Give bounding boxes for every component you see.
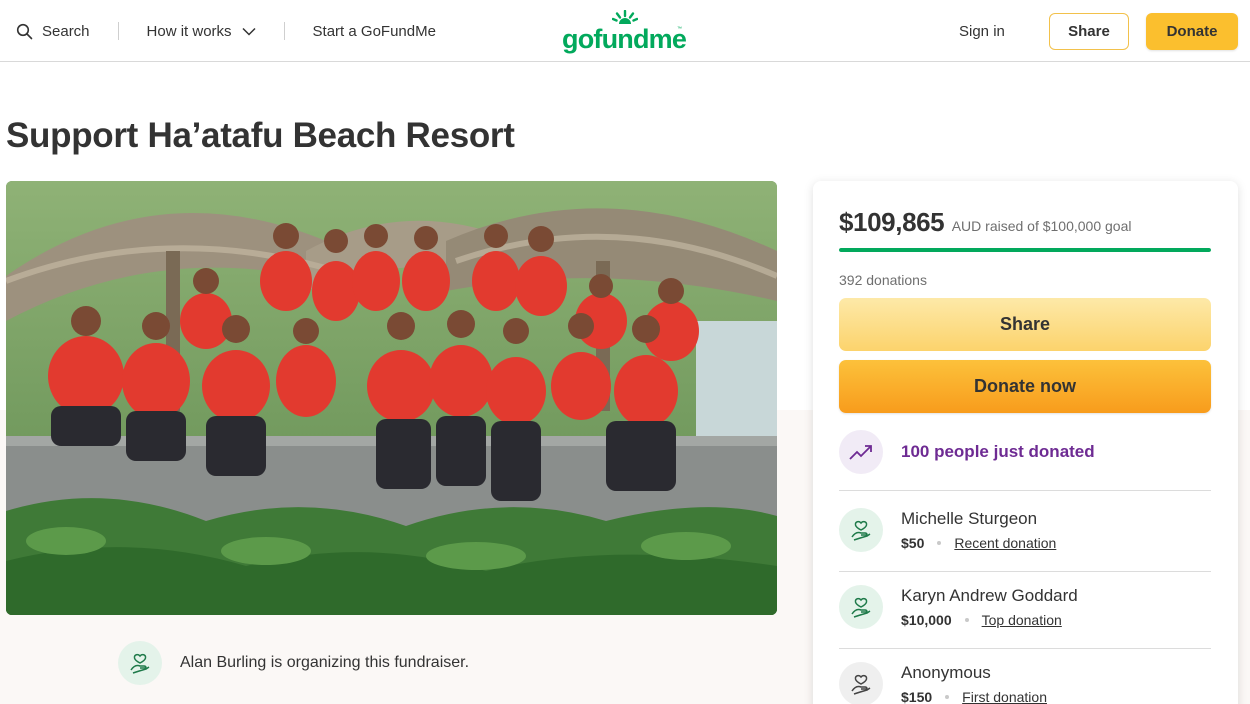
logo-trademark: ™ (677, 26, 682, 32)
organizer-row: Alan Burling is organizing this fundrais… (118, 641, 469, 685)
start-gofundme-label: Start a GoFundMe (312, 22, 436, 40)
donor-name: Karyn Andrew Goddard (901, 586, 1078, 605)
how-it-works-label: How it works (146, 22, 232, 40)
divider (839, 571, 1211, 572)
separator-dot (945, 695, 950, 699)
separator-dot (937, 541, 942, 545)
heart-hand-icon (839, 662, 883, 704)
organizer-text: Alan Burling is organizing this fundrais… (180, 654, 470, 671)
share-button[interactable]: Share (839, 298, 1211, 351)
trending-up-icon (839, 430, 883, 474)
separator-dot (964, 618, 969, 622)
trending-text: 100 people just donated (901, 442, 1095, 461)
progress-fill (839, 248, 1211, 252)
donation-sidebar: $109,865 AUD raised of $100,000 goal 392… (813, 181, 1238, 704)
donor-amount: $10,000 (901, 612, 952, 628)
donor-name: Anonymous (901, 663, 991, 682)
divider (839, 648, 1211, 649)
nav-divider (283, 22, 285, 40)
first-donation-link[interactable]: First donation (962, 689, 1047, 704)
top-donation-link[interactable]: Top donation (982, 612, 1062, 628)
progress-bar (839, 248, 1211, 252)
heart-hand-icon (130, 653, 150, 674)
donor-item: Anonymous $150 First donation (839, 662, 1047, 704)
donor-amount: $50 (901, 535, 925, 551)
chevron-down-icon (242, 23, 256, 40)
search-link[interactable]: Search (16, 23, 90, 40)
how-it-works-menu[interactable]: How it works (147, 23, 256, 40)
campaign-hero-image (6, 181, 777, 615)
donate-now-button[interactable]: Donate now (839, 360, 1211, 413)
recent-donation-link[interactable]: Recent donation (954, 535, 1056, 551)
goal-text: AUD raised of $100,000 goal (951, 218, 1132, 234)
header-nav: Search How it works Start a GoFundMe (16, 0, 436, 62)
donation-count: 392 donations (839, 272, 927, 288)
header-donate-button[interactable]: Donate (1146, 13, 1238, 50)
amount-raised: $109,865 (839, 207, 945, 237)
start-gofundme-link[interactable]: Start a GoFundMe (313, 23, 436, 40)
gofundme-logo[interactable]: gofundme ™ (562, 10, 687, 54)
organizer-avatar (118, 641, 162, 685)
heart-hand-icon (839, 508, 883, 552)
logo-sun-icon (612, 10, 638, 24)
sign-in-link[interactable]: Sign in (959, 23, 1005, 40)
divider (839, 490, 1211, 491)
heart-hand-icon (839, 585, 883, 629)
donor-name: Michelle Sturgeon (901, 509, 1038, 528)
amount-raised-row: $109,865 AUD raised of $100,000 goal (839, 207, 1132, 238)
donor-item: Michelle Sturgeon $50 Recent donation (839, 508, 1056, 552)
donor-item: Karyn Andrew Goddard $10,000 Top donatio… (839, 585, 1078, 629)
donor-amount: $150 (901, 689, 933, 704)
search-icon (16, 23, 33, 40)
site-header: Search How it works Start a GoFundMe gof… (0, 0, 1250, 62)
header-share-button[interactable]: Share (1049, 13, 1129, 50)
nav-divider (117, 22, 119, 40)
logo-wordmark: gofundme (562, 24, 687, 54)
page-title: Support Ha’atafu Beach Resort (6, 116, 515, 155)
trending-row: 100 people just donated (839, 430, 1095, 474)
search-label: Search (42, 22, 90, 40)
